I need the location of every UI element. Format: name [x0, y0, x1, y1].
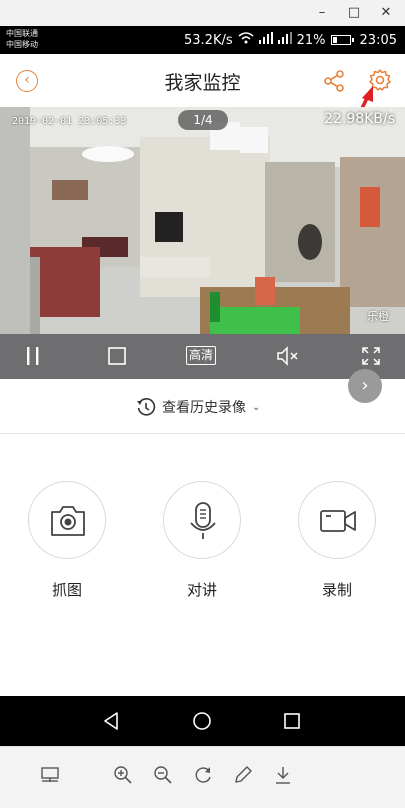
window-titlebar: – □ ✕: [0, 0, 405, 26]
snapshot-label: 抓图: [51, 581, 82, 599]
battery-icon: [330, 35, 354, 45]
speaker-muted-icon: [277, 346, 298, 366]
stop-button[interactable]: [108, 347, 126, 369]
network-speed: 53.2K/s: [184, 32, 233, 48]
status-indicators: 53.2K/s 21% 23:05: [184, 32, 397, 48]
intercom-label: 对讲: [186, 581, 217, 599]
video-frame-image: [0, 107, 405, 334]
fullscreen-button[interactable]: [361, 346, 381, 370]
history-recording-row[interactable]: 查看历史录像 ⌄: [0, 379, 405, 434]
zoom-out-icon[interactable]: [153, 765, 173, 785]
zoom-in-icon[interactable]: [113, 765, 133, 785]
camera-page-indicator: 1/4: [178, 110, 228, 130]
wifi-icon: [238, 32, 254, 48]
emulator-toolbar: [0, 746, 405, 808]
stop-icon: [108, 347, 126, 365]
playback-controls: 高清: [0, 334, 405, 379]
video-timestamp: 2019-02-01 23:05:33: [12, 116, 127, 127]
video-watermark: 乐橙: [367, 310, 389, 323]
rotate-icon[interactable]: [193, 765, 213, 785]
quality-toggle[interactable]: 高清: [186, 346, 217, 365]
maximize-button[interactable]: □: [345, 4, 363, 22]
camera-icon: [51, 506, 85, 536]
expand-icon: [362, 347, 380, 365]
snapshot-button[interactable]: [28, 481, 106, 559]
status-bar: 中国联通 中国移动 53.2K/s 21% 23:05: [0, 26, 405, 54]
mute-button[interactable]: [276, 346, 300, 370]
battery-percent: 21%: [296, 32, 326, 48]
intercom-button[interactable]: [163, 481, 241, 559]
pause-icon: [27, 347, 39, 365]
clock: 23:05: [359, 32, 397, 48]
signal-2g-icon: [277, 32, 292, 48]
video-bitrate: 22.98KB/s: [324, 111, 395, 127]
microphone-icon: [190, 502, 216, 539]
android-nav-bar: [0, 696, 405, 746]
recents-square-icon[interactable]: [284, 713, 300, 729]
carrier-primary: 中国联通: [6, 29, 38, 38]
record-label: 录制: [321, 581, 352, 599]
video-record-icon: [320, 510, 356, 532]
history-label: 查看历史录像: [162, 400, 246, 416]
history-clock-icon: [137, 398, 156, 416]
close-button[interactable]: ✕: [377, 4, 395, 22]
signal-4g-icon: [258, 32, 273, 48]
record-button[interactable]: [298, 481, 376, 559]
carrier-secondary: 中国移动: [6, 40, 38, 49]
camera-video-feed[interactable]: 2019-02-01 23:05:33 1/4 22.98KB/s 乐橙: [0, 107, 405, 334]
app-header: ‹ 我家监控: [0, 54, 405, 138]
back-triangle-icon[interactable]: [102, 712, 120, 730]
download-icon[interactable]: [273, 765, 293, 785]
minimize-button[interactable]: –: [313, 4, 331, 22]
home-circle-icon[interactable]: [193, 712, 211, 730]
layout-icon[interactable]: [40, 765, 60, 785]
pause-button[interactable]: [25, 346, 41, 370]
pencil-icon[interactable]: [233, 765, 253, 785]
chevron-down-icon: ⌄: [252, 401, 261, 413]
